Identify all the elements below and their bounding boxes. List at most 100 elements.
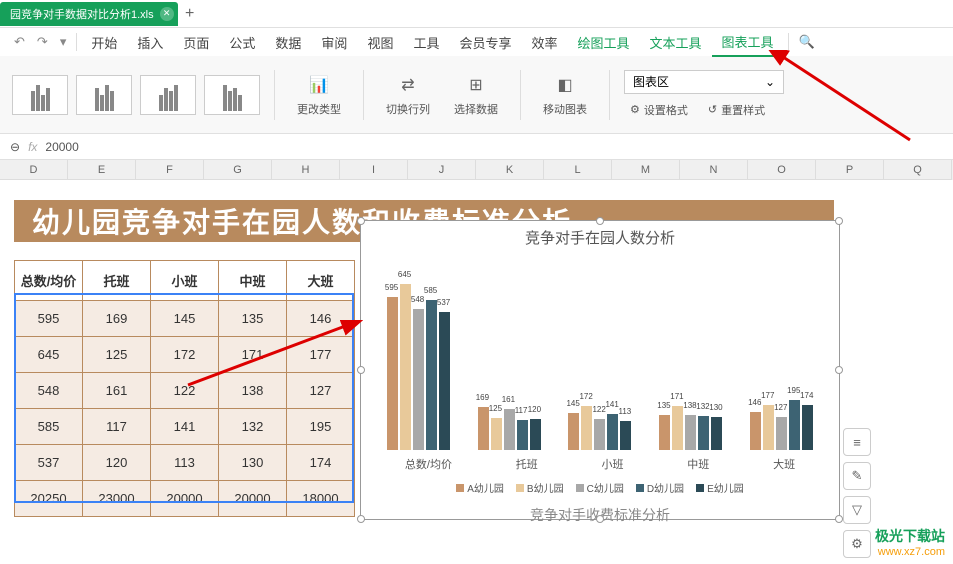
- chart-area-dropdown[interactable]: 图表区⌄: [624, 70, 784, 94]
- zoom-out-icon[interactable]: ⊖: [10, 140, 20, 154]
- table-cell[interactable]: 161: [83, 373, 151, 409]
- menu-vip[interactable]: 会员专享: [449, 29, 521, 56]
- chart-bar[interactable]: 145: [568, 413, 579, 450]
- legend-item[interactable]: A幼儿园: [456, 480, 504, 495]
- reset-style-button[interactable]: ↺重置样式: [702, 100, 771, 120]
- menu-review[interactable]: 审阅: [311, 29, 357, 56]
- table-cell[interactable]: 23000: [83, 481, 151, 517]
- chart-bar[interactable]: 138: [685, 415, 696, 450]
- chart-bar[interactable]: 146: [750, 412, 761, 450]
- table-cell[interactable]: 195: [287, 409, 355, 445]
- chart-legend[interactable]: A幼儿园 B幼儿园 C幼儿园 D幼儿园 E幼儿园: [361, 474, 839, 501]
- chart-bar[interactable]: 113: [620, 421, 631, 450]
- menu-formula[interactable]: 公式: [219, 29, 265, 56]
- table-cell[interactable]: 595: [15, 301, 83, 337]
- table-cell[interactable]: 177: [287, 337, 355, 373]
- resize-handle[interactable]: [835, 217, 843, 225]
- chart-elements-button[interactable]: ≡: [843, 428, 871, 456]
- column-header[interactable]: Q: [884, 160, 952, 180]
- chart-bar[interactable]: 177: [763, 405, 774, 451]
- chart-bar[interactable]: 585: [426, 300, 437, 450]
- menu-data[interactable]: 数据: [265, 29, 311, 56]
- undo-button[interactable]: ↶: [8, 30, 31, 54]
- chart-bar[interactable]: 161: [504, 409, 515, 450]
- table-header[interactable]: 中班: [219, 261, 287, 301]
- chart-template-3[interactable]: [140, 75, 196, 115]
- table-cell[interactable]: 120: [83, 445, 151, 481]
- chart-style-button[interactable]: ✎: [843, 462, 871, 490]
- table-cell[interactable]: 585: [15, 409, 83, 445]
- close-tab-icon[interactable]: ✕: [160, 7, 174, 21]
- column-header[interactable]: I: [340, 160, 408, 180]
- table-cell[interactable]: 645: [15, 337, 83, 373]
- table-cell[interactable]: 171: [219, 337, 287, 373]
- set-format-button[interactable]: ⚙设置格式: [624, 100, 694, 120]
- chart-template-4[interactable]: [204, 75, 260, 115]
- chart-bar[interactable]: 171: [672, 406, 683, 450]
- legend-item[interactable]: C幼儿园: [576, 480, 624, 495]
- table-cell[interactable]: 145: [151, 301, 219, 337]
- formula-value[interactable]: 20000: [45, 140, 78, 154]
- chart-bar[interactable]: 117: [517, 420, 528, 450]
- chart-bar[interactable]: 169: [478, 407, 489, 450]
- menu-insert[interactable]: 插入: [127, 29, 173, 56]
- chart-bar[interactable]: 122: [594, 419, 605, 450]
- chart-bar[interactable]: 195: [789, 400, 800, 450]
- column-header[interactable]: G: [204, 160, 272, 180]
- chart-bar[interactable]: 172: [581, 406, 592, 450]
- table-header[interactable]: 大班: [287, 261, 355, 301]
- column-header[interactable]: L: [544, 160, 612, 180]
- table-cell[interactable]: 141: [151, 409, 219, 445]
- table-cell[interactable]: 132: [219, 409, 287, 445]
- menu-drawtools[interactable]: 绘图工具: [568, 29, 640, 56]
- chart-bar[interactable]: 120: [530, 419, 541, 450]
- table-cell[interactable]: 20000: [219, 481, 287, 517]
- legend-item[interactable]: B幼儿园: [516, 480, 564, 495]
- move-chart-button[interactable]: ◧移动图表: [535, 69, 595, 121]
- chart-title[interactable]: 竞争对手在园人数分析: [361, 221, 839, 254]
- chart-settings-button[interactable]: ⚙: [843, 530, 871, 558]
- column-header[interactable]: N: [680, 160, 748, 180]
- chart-template-2[interactable]: [76, 75, 132, 115]
- menu-efficiency[interactable]: 效率: [521, 29, 567, 56]
- column-header[interactable]: E: [68, 160, 136, 180]
- redo-button[interactable]: ↷: [31, 30, 54, 54]
- table-cell[interactable]: 537: [15, 445, 83, 481]
- column-header[interactable]: D: [0, 160, 68, 180]
- resize-handle[interactable]: [596, 217, 604, 225]
- column-header[interactable]: F: [136, 160, 204, 180]
- column-header[interactable]: K: [476, 160, 544, 180]
- column-header[interactable]: M: [612, 160, 680, 180]
- column-header[interactable]: O: [748, 160, 816, 180]
- table-cell[interactable]: 146: [287, 301, 355, 337]
- select-data-button[interactable]: ⊞选择数据: [446, 69, 506, 121]
- switch-rowcol-button[interactable]: ⇄切换行列: [378, 69, 438, 121]
- chart-bar[interactable]: 130: [711, 417, 722, 450]
- change-type-button[interactable]: 📊更改类型: [289, 69, 349, 121]
- menu-view[interactable]: 视图: [357, 29, 403, 56]
- chart-bar[interactable]: 132: [698, 416, 709, 450]
- table-cell[interactable]: 127: [287, 373, 355, 409]
- chart-bar[interactable]: 141: [607, 414, 618, 450]
- legend-item[interactable]: E幼儿园: [696, 480, 744, 495]
- table-cell[interactable]: 18000: [287, 481, 355, 517]
- table-header[interactable]: 总数/均价: [15, 261, 83, 301]
- chart-template-1[interactable]: [12, 75, 68, 115]
- chart-plot-area[interactable]: 5956455485855371691251611171201451721221…: [361, 254, 839, 454]
- resize-handle[interactable]: [596, 515, 604, 523]
- chart-bar[interactable]: 595: [387, 297, 398, 450]
- table-cell[interactable]: 548: [15, 373, 83, 409]
- table-header[interactable]: 托班: [83, 261, 151, 301]
- table-cell[interactable]: 169: [83, 301, 151, 337]
- resize-handle[interactable]: [357, 217, 365, 225]
- menu-tools[interactable]: 工具: [403, 29, 449, 56]
- chart-bar[interactable]: 548: [413, 309, 424, 450]
- chart-bar[interactable]: 174: [802, 405, 813, 450]
- chart-bar[interactable]: 127: [776, 417, 787, 450]
- table-cell[interactable]: 135: [219, 301, 287, 337]
- dropdown-icon[interactable]: ▾: [54, 30, 73, 54]
- table-cell[interactable]: 174: [287, 445, 355, 481]
- legend-item[interactable]: D幼儿园: [636, 480, 684, 495]
- resize-handle[interactable]: [835, 515, 843, 523]
- menu-texttools[interactable]: 文本工具: [640, 29, 712, 56]
